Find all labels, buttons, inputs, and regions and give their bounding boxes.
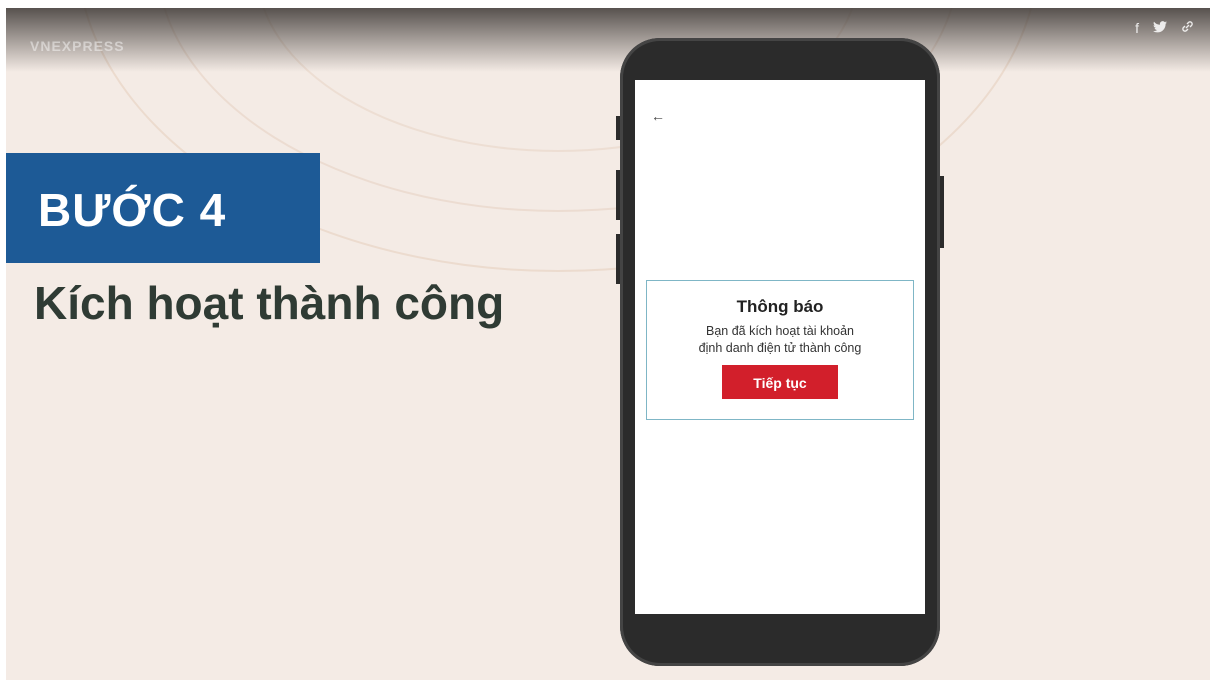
share-icons: f bbox=[1135, 20, 1194, 36]
phone-screen: ← Thông báo Bạn đã kích hoạt tài khoản đ… bbox=[635, 80, 925, 614]
step-subtitle: Kích hoạt thành công bbox=[34, 277, 505, 329]
phone-side-button bbox=[616, 116, 620, 140]
dialog-message: Bạn đã kích hoạt tài khoản định danh điệ… bbox=[647, 323, 913, 357]
step-label: BƯỚC 4 bbox=[38, 184, 227, 236]
facebook-icon[interactable]: f bbox=[1135, 20, 1139, 36]
dialog-message-line-1: Bạn đã kích hoạt tài khoản bbox=[705, 324, 855, 338]
continue-button[interactable]: Tiếp tục bbox=[722, 365, 838, 399]
phone-power-button bbox=[940, 176, 944, 248]
phone-volume-down-button bbox=[616, 234, 620, 284]
phone-mockup: ← Thông báo Bạn đã kích hoạt tài khoản đ… bbox=[616, 38, 944, 666]
twitter-icon[interactable] bbox=[1153, 20, 1167, 36]
back-arrow-icon[interactable]: ← bbox=[651, 108, 665, 124]
brand-watermark: VNEXPRESS bbox=[30, 38, 125, 54]
link-icon[interactable] bbox=[1181, 20, 1194, 36]
dialog-message-line-2: định danh điện tử thành công bbox=[698, 341, 862, 355]
step-banner: BƯỚC 4 bbox=[6, 153, 320, 263]
video-top-bar: VNEXPRESS f bbox=[6, 8, 1210, 72]
dialog-title: Thông báo bbox=[736, 297, 824, 316]
video-frame: VNEXPRESS f BƯỚC 4 Kích hoạt thành công … bbox=[6, 8, 1210, 680]
phone-volume-up-button bbox=[616, 170, 620, 220]
notification-dialog: Thông báo Bạn đã kích hoạt tài khoản địn… bbox=[646, 280, 914, 420]
